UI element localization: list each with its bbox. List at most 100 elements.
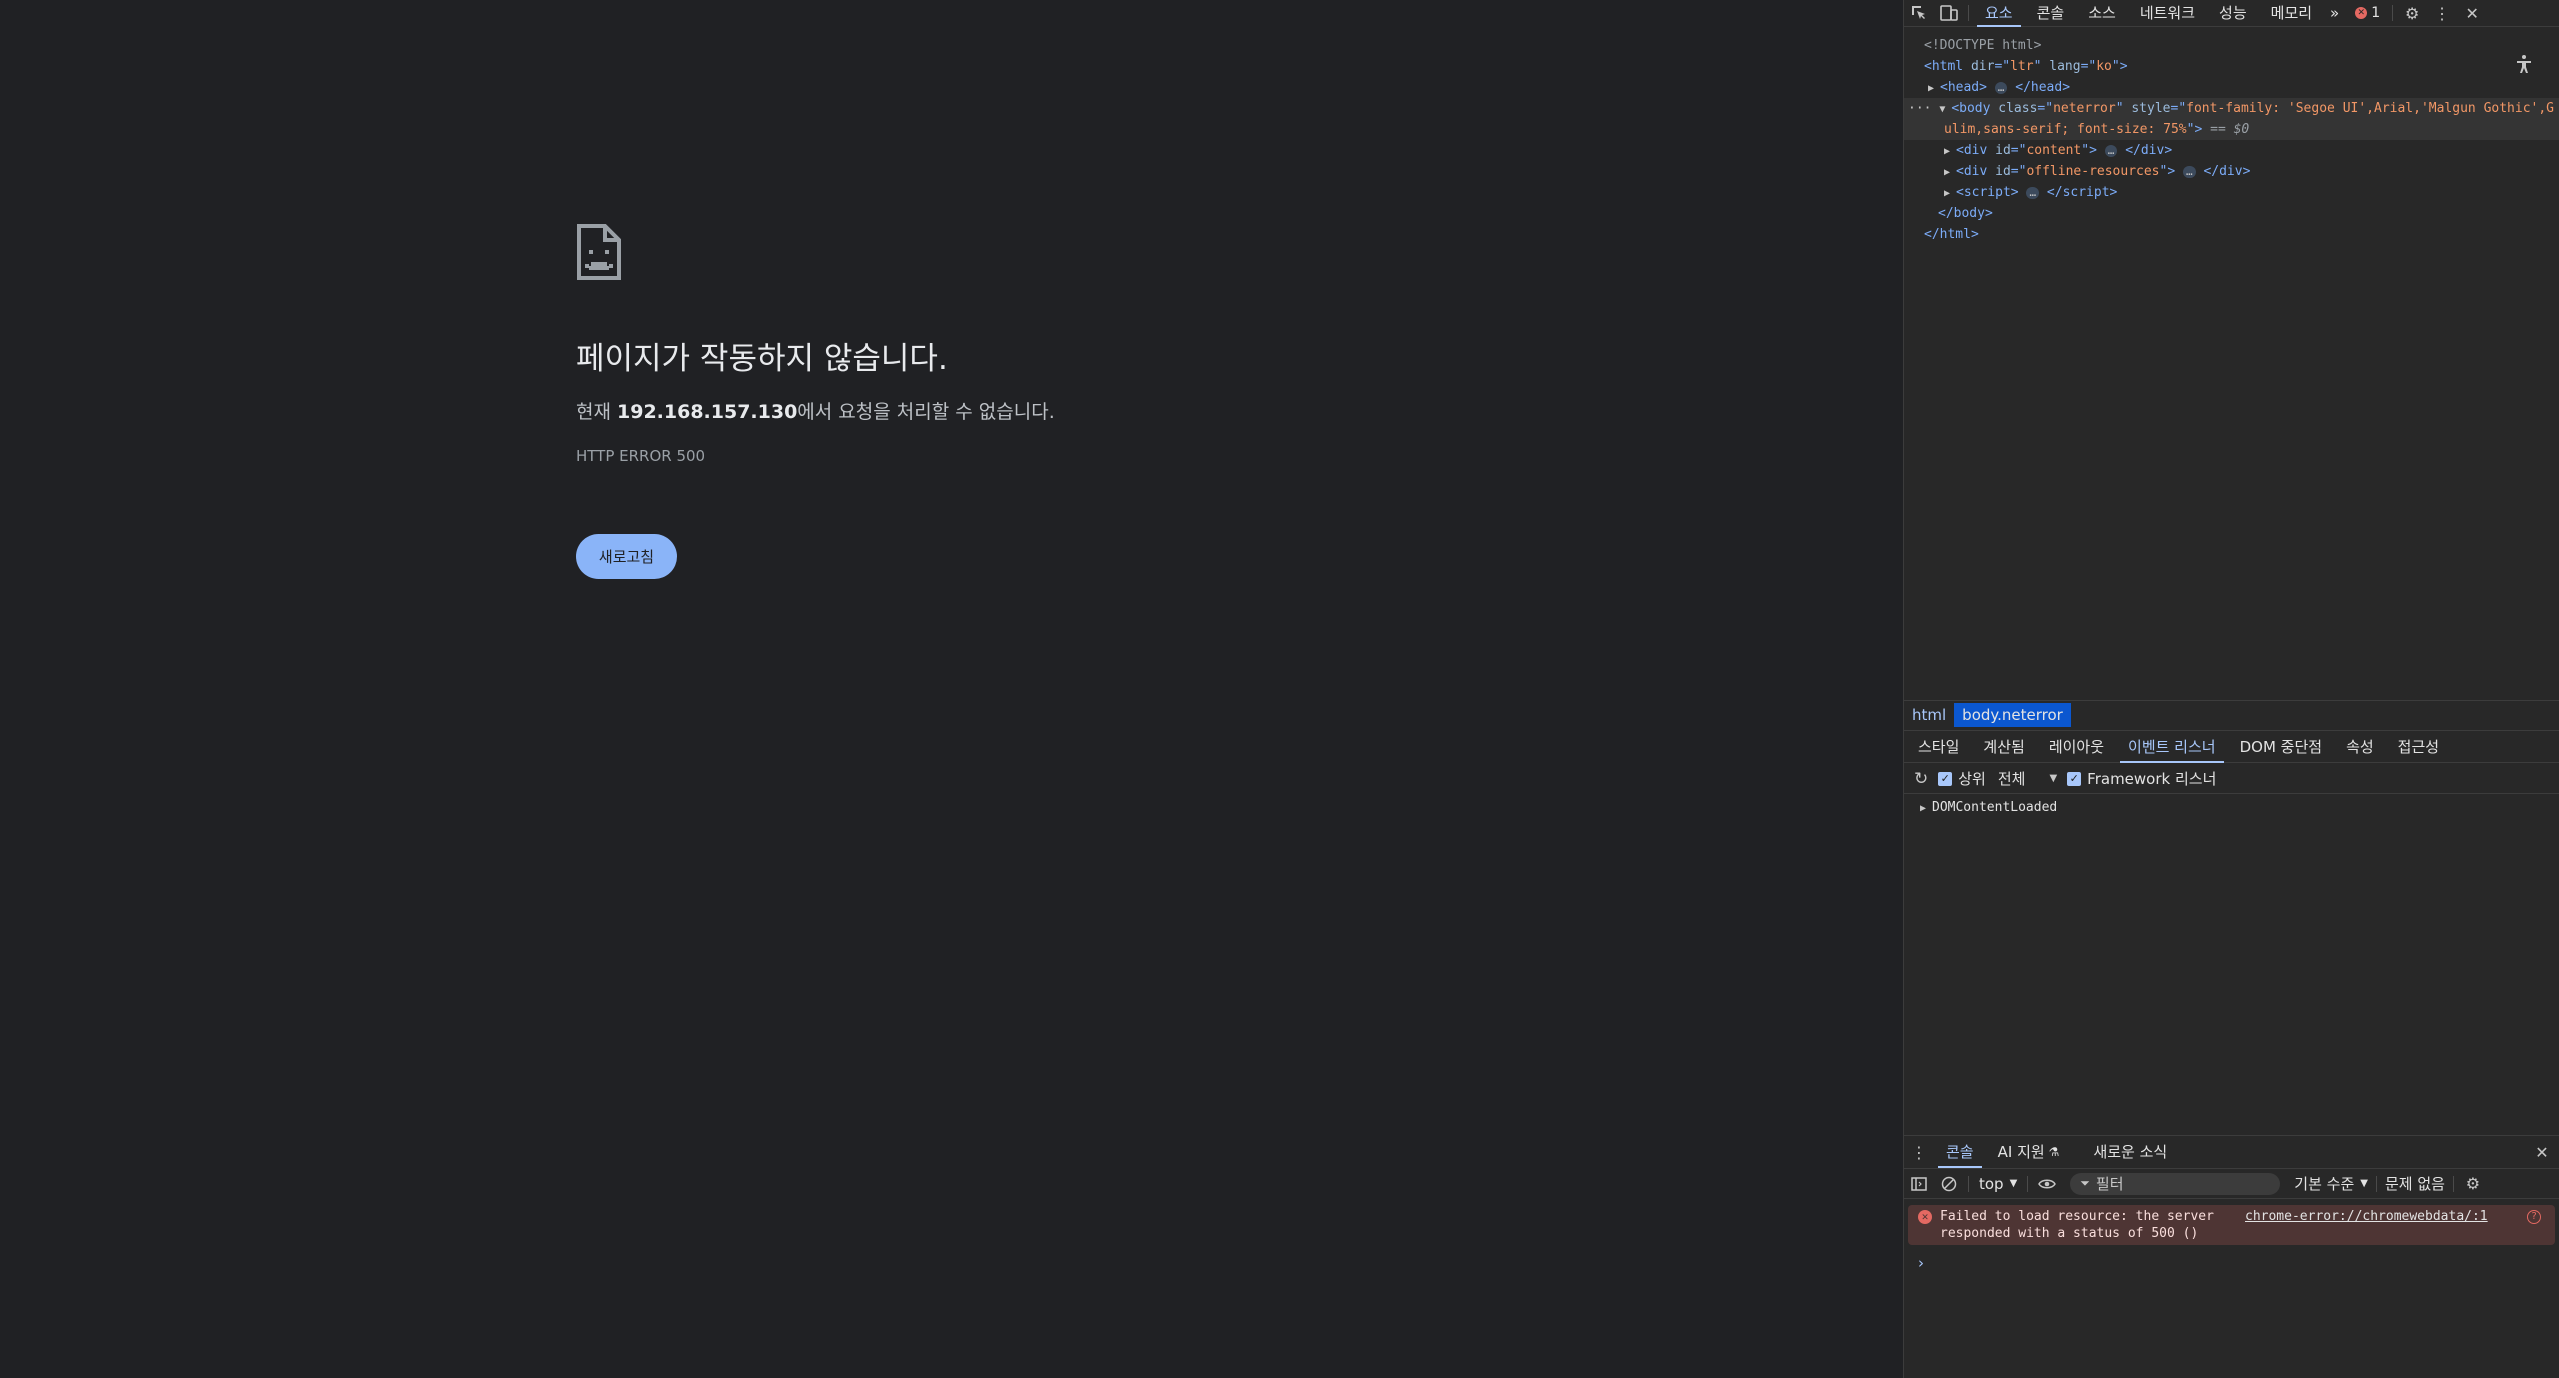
attr-value-continued: ulim,sans-serif; font-size: 75%: [1944, 122, 2187, 137]
error-page: 페이지가 작동하지 않습니다. 현재 192.168.157.130에서 요청을…: [0, 0, 1903, 1378]
event-listener-list: ▶ DOMContentLoaded: [1920, 800, 2057, 815]
list-item[interactable]: ▶ DOMContentLoaded: [1920, 800, 2057, 815]
breadcrumb-body[interactable]: body.neterror: [1954, 703, 2071, 727]
error-count: 1: [2371, 5, 2381, 21]
live-expression-eye-icon[interactable]: [2032, 1170, 2062, 1197]
tab-accessibility[interactable]: 접근성: [2386, 731, 2451, 763]
settings-gear-icon[interactable]: ⚙: [2397, 0, 2427, 27]
devtools-main-toolbar: 요소 콘솔 소스 네트워크 성능 메모리 » ✕ 1 ⚙ ⋮ ✕: [1904, 0, 2559, 27]
head-tag: head: [1947, 80, 1980, 95]
sidebar-toggle-icon[interactable]: [1904, 1170, 1934, 1197]
collapsed-ellipsis[interactable]: …: [1994, 82, 2008, 94]
console-error-message[interactable]: ✕ Failed to load resource: the server re…: [1908, 1205, 2555, 1245]
error-desc-prefix: 현재: [576, 401, 617, 423]
collapsed-ellipsis[interactable]: …: [2104, 145, 2118, 157]
error-message-text: Failed to load resource: the server resp…: [1940, 1209, 2214, 1241]
body-close-tag: </body>: [1938, 206, 1993, 221]
toolbar-divider: [2452, 1175, 2454, 1192]
expand-triangle-icon[interactable]: ▶: [1944, 162, 1956, 182]
console-drawer: ⋮ 콘솔 AI 지원 ⚗ 새로운 소식 ✕ top ▼ ⏷ 필터 기본 수준 ▼…: [1904, 1135, 2559, 1378]
dom-doctype[interactable]: <!DOCTYPE html>: [1904, 35, 2559, 56]
attr-value: font-family: 'Segoe UI',Arial,'Malgun Go…: [2186, 101, 2555, 116]
console-settings-gear-icon[interactable]: ⚙: [2458, 1170, 2488, 1197]
framework-listeners-label: Framework 리스너: [2087, 770, 2217, 788]
collapsed-ellipsis[interactable]: …: [2183, 166, 2196, 178]
accessibility-tree-icon[interactable]: [2513, 54, 2535, 76]
console-prompt-chevron-icon[interactable]: ›: [1918, 1254, 1924, 1272]
error-source-link[interactable]: chrome-error://chromewebdata/:1: [2245, 1208, 2488, 1225]
chevron-down-icon: ▼: [2009, 1178, 2018, 1189]
dom-script[interactable]: ▶ <script> … </script>: [1904, 182, 2559, 203]
ancestors-checkbox[interactable]: ✓: [1938, 771, 1953, 786]
expand-triangle-icon[interactable]: ▶: [1944, 141, 1956, 161]
ai-explain-icon[interactable]: ?: [2527, 1210, 2541, 1224]
tab-dom-breakpoints[interactable]: DOM 중단점: [2228, 731, 2334, 763]
error-counter[interactable]: ✕ 1: [2355, 5, 2380, 21]
dom-head[interactable]: ▶ <head> … </head>: [1904, 77, 2559, 98]
dom-body-selected[interactable]: ··· ▼ <body class="neterror" style="font-…: [1904, 98, 2559, 140]
tab-computed[interactable]: 계산됨: [1971, 731, 2036, 763]
issues-counter[interactable]: 문제 없음: [2385, 1173, 2445, 1194]
tab-network[interactable]: 네트워크: [2128, 0, 2207, 27]
tab-elements[interactable]: 요소: [1973, 0, 2025, 27]
device-toolbar-icon[interactable]: [1934, 0, 1964, 27]
dom-div-content[interactable]: ▶ <div id="content"> … </div>: [1904, 140, 2559, 161]
attr-name: lang: [2049, 59, 2081, 74]
drawer-tab-console[interactable]: 콘솔: [1934, 1136, 1986, 1168]
script-tag: script: [1963, 185, 2011, 200]
framework-listeners-checkbox[interactable]: ✓: [2067, 771, 2082, 786]
dom-tree[interactable]: <!DOCTYPE html> <html dir="ltr" lang="ko…: [1904, 29, 2559, 699]
html-tag: html: [1931, 59, 1964, 74]
console-toolbar: top ▼ ⏷ 필터 기본 수준 ▼ 문제 없음 ⚙: [1904, 1169, 2559, 1199]
tab-styles[interactable]: 스타일: [1906, 731, 1971, 763]
breadcrumb-html[interactable]: html: [1904, 703, 1954, 727]
error-title: 페이지가 작동하지 않습니다.: [576, 341, 948, 377]
dom-div-offline[interactable]: ▶ <div id="offline-resources"> … </div>: [1904, 161, 2559, 182]
attr-name: class: [1998, 101, 2038, 116]
close-drawer-icon[interactable]: ✕: [2527, 1139, 2557, 1166]
event-listener-toolbar: ↻ ✓ 상위 전체 ▼ ✓ Framework 리스너: [1904, 764, 2559, 794]
attr-name: dir: [1970, 59, 1995, 74]
tab-performance[interactable]: 성능: [2207, 0, 2259, 27]
tab-sources[interactable]: 소스: [2076, 0, 2128, 27]
drawer-menu-icon[interactable]: ⋮: [1904, 1139, 1934, 1166]
expand-triangle-icon[interactable]: ▶: [1928, 78, 1940, 98]
inspect-element-icon[interactable]: [1904, 0, 1934, 27]
drawer-tabs: ⋮ 콘솔 AI 지원 ⚗ 새로운 소식 ✕: [1904, 1136, 2559, 1169]
more-tabs-button[interactable]: »: [2324, 0, 2345, 27]
filter-funnel-icon: ⏷: [2080, 1176, 2090, 1190]
drawer-tab-ai[interactable]: AI 지원 ⚗: [1986, 1136, 2072, 1168]
toolbar-divider: [2027, 1175, 2029, 1192]
scope-select[interactable]: 전체 ▼: [1998, 768, 2057, 789]
selected-marker: == $0: [2210, 122, 2250, 137]
close-devtools-icon[interactable]: ✕: [2457, 0, 2487, 27]
clear-console-icon[interactable]: [1934, 1170, 1964, 1197]
collapsed-ellipsis[interactable]: …: [2026, 187, 2040, 199]
expand-triangle-icon[interactable]: ▶: [1920, 803, 1932, 814]
flask-icon: ⚗: [2048, 1145, 2060, 1159]
toolbar-divider: [2392, 5, 2394, 21]
expand-triangle-icon[interactable]: ▶: [1944, 183, 1956, 203]
toolbar-divider: [1968, 5, 1969, 21]
context-select[interactable]: top ▼: [1979, 1175, 2017, 1193]
tab-properties[interactable]: 속성: [2334, 731, 2386, 763]
drawer-tab-whats-new[interactable]: 새로운 소식: [2081, 1136, 2179, 1168]
refresh-icon[interactable]: ↻: [1914, 769, 1928, 789]
tab-memory[interactable]: 메모리: [2259, 0, 2324, 27]
tab-layout[interactable]: 레이아웃: [2037, 731, 2116, 763]
more-options-icon[interactable]: ⋮: [2427, 0, 2457, 27]
error-desc-suffix: 에서 요청을 처리할 수 없습니다.: [797, 401, 1055, 423]
log-levels-select[interactable]: 기본 수준 ▼: [2294, 1173, 2368, 1194]
dom-body-close[interactable]: </body>: [1904, 203, 2559, 224]
tab-console[interactable]: 콘솔: [2025, 0, 2077, 27]
console-filter-input[interactable]: ⏷ 필터: [2070, 1172, 2281, 1195]
attr-value: ko: [2096, 59, 2112, 74]
attr-name: style: [2131, 101, 2171, 116]
breadcrumb: html body.neterror: [1904, 700, 2559, 729]
dom-html-close[interactable]: </html>: [1904, 224, 2559, 245]
reload-button[interactable]: 새로고침: [576, 534, 677, 579]
toolbar-divider: [1968, 1175, 1969, 1192]
tab-event-listeners[interactable]: 이벤트 리스너: [2116, 731, 2228, 763]
expand-triangle-icon[interactable]: ▼: [1939, 99, 1951, 119]
dom-html-open[interactable]: <html dir="ltr" lang="ko">: [1904, 56, 2559, 77]
